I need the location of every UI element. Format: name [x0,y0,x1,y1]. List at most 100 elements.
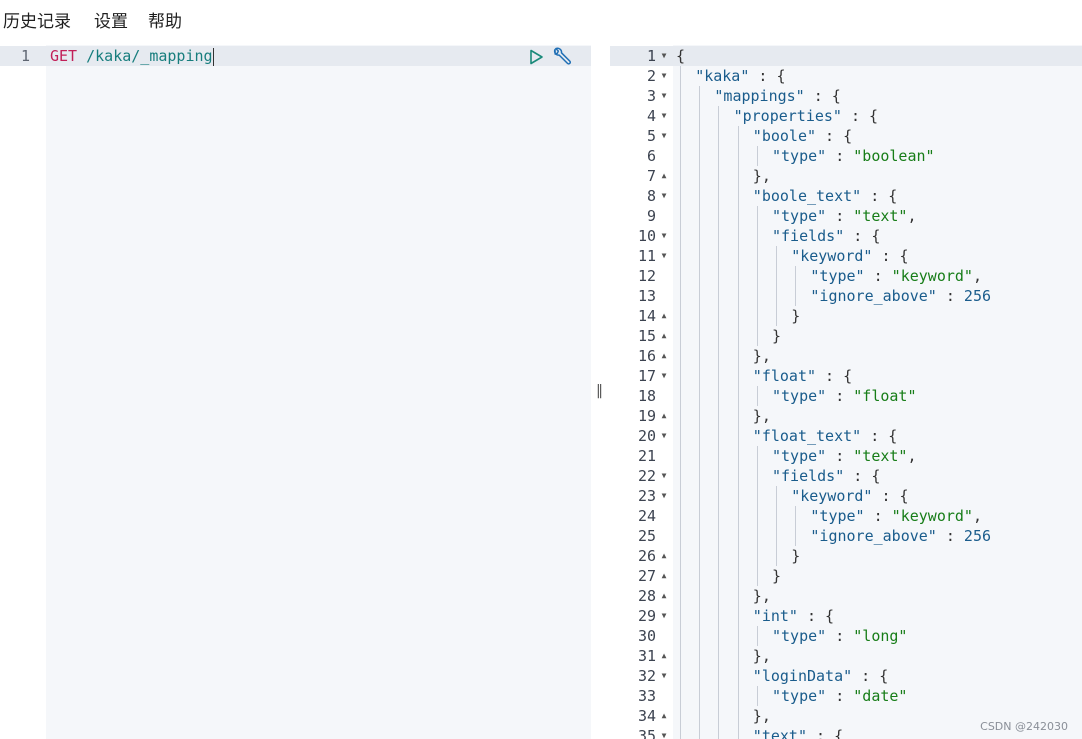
menu-settings[interactable]: 设置 [94,11,128,33]
json-key: "float_text" [752,427,862,445]
menu-history[interactable]: 历史记录 [3,11,71,33]
line-number: 13 [637,287,656,305]
json-punct: : { [816,367,853,385]
code-text: } [772,326,781,346]
indent-guide [756,446,758,586]
line-number: 10 [637,227,656,245]
code-text: }, [753,586,771,606]
json-punct: : { [841,107,879,125]
fold-up-icon[interactable]: ▲ [659,166,669,186]
json-string: "text" [853,207,908,225]
fold-down-icon[interactable]: ▼ [659,366,669,386]
line-number: 14 [637,307,656,325]
code-text: "float_text" : { [753,426,898,446]
line-number: 5 [646,127,656,145]
fold-up-icon[interactable]: ▲ [659,566,669,586]
fold-down-icon[interactable]: ▼ [659,246,669,266]
line-number: 18 [637,387,656,405]
code-text: "kaka" : { [695,66,785,86]
line-number: 8 [646,187,656,205]
json-punct: : { [872,247,909,265]
json-punct: } [791,307,801,325]
response-viewer[interactable]: 1 ▼{2 ▼ "kaka" : {3 ▼ "mappings" : {4 ▼ "proper… [610,45,1082,739]
code-text: "fields" : { [772,466,880,486]
fold-up-icon[interactable]: ▲ [659,586,669,606]
json-key: "kaka" [695,67,750,85]
menu-help[interactable]: 帮助 [148,11,182,33]
fold-up-icon[interactable]: ▲ [659,326,669,346]
request-method: GET [50,47,78,65]
json-punct: : { [852,667,889,685]
line-number: 9 [646,207,656,225]
fold-down-icon[interactable]: ▼ [659,86,669,106]
fold-down-icon[interactable]: ▼ [659,66,669,86]
line-number: 1 [20,47,30,65]
json-punct: }, [752,647,771,665]
code-text: "keyword" : { [791,246,908,266]
fold-down-icon[interactable]: ▼ [659,126,669,146]
code-text: }, [753,346,771,366]
json-punct: : [864,507,892,525]
fold-down-icon[interactable]: ▼ [659,666,669,686]
indent-guide [756,626,758,646]
wrench-icon[interactable] [550,46,572,68]
code-text: "mappings" : { [714,86,840,106]
line-number: 29 [637,607,656,625]
code-text: "fields" : { [772,226,880,246]
request-editor[interactable]: 1 GET /kaka/_mapping [0,45,591,739]
json-key: "fields" [772,227,845,245]
fold-up-icon[interactable]: ▲ [659,406,669,426]
json-key: "ignore_above" [810,287,937,305]
line-number: 30 [637,627,656,645]
resize-handle-icon[interactable]: ‖ [596,383,603,399]
json-string: "keyword" [891,267,973,285]
json-punct: : [826,387,854,405]
line-number: 4 [646,107,656,125]
json-punct: }, [752,347,771,365]
request-line[interactable]: GET /kaka/_mapping [50,46,214,66]
text-cursor [212,47,214,66]
fold-down-icon[interactable]: ▼ [659,466,669,486]
json-key: "type" [772,147,827,165]
json-punct: }, [752,707,771,725]
code-text: "type" : "text", [772,206,917,226]
fold-up-icon[interactable]: ▲ [659,546,669,566]
indent-guide [737,126,739,739]
json-key: "type" [810,507,865,525]
json-key: "boole_text" [752,187,862,205]
code-text: "boole_text" : { [753,186,898,206]
fold-down-icon[interactable]: ▼ [659,486,669,506]
code-text: }, [753,166,771,186]
code-text: "properties" : { [734,106,879,126]
line-number: 15 [637,327,656,345]
fold-down-icon[interactable]: ▼ [659,46,669,66]
json-key: "mappings" [714,87,805,105]
json-punct: , [907,447,917,465]
line-number: 6 [646,147,656,165]
fold-down-icon[interactable]: ▼ [659,226,669,246]
indent-guide [795,266,797,306]
json-punct: } [772,327,782,345]
fold-down-icon[interactable]: ▼ [659,106,669,126]
json-key: "type" [772,207,827,225]
line-number: 31 [637,647,656,665]
json-punct: }, [752,407,771,425]
json-punct: : { [844,467,881,485]
code-text: }, [753,406,771,426]
fold-down-icon[interactable]: ▼ [659,726,669,739]
fold-up-icon[interactable]: ▲ [659,306,669,326]
fold-up-icon[interactable]: ▲ [659,346,669,366]
json-punct: : { [816,127,853,145]
fold-down-icon[interactable]: ▼ [659,606,669,626]
json-punct: : { [872,487,909,505]
fold-up-icon[interactable]: ▲ [659,646,669,666]
play-icon[interactable] [527,48,545,66]
indent-guide [756,146,758,166]
indent-guide [699,86,701,739]
json-string: "date" [853,687,908,705]
fold-down-icon[interactable]: ▼ [659,426,669,446]
json-number: 256 [963,527,992,545]
fold-down-icon[interactable]: ▼ [659,186,669,206]
fold-up-icon[interactable]: ▲ [659,706,669,726]
line-number: 7 [646,167,656,185]
